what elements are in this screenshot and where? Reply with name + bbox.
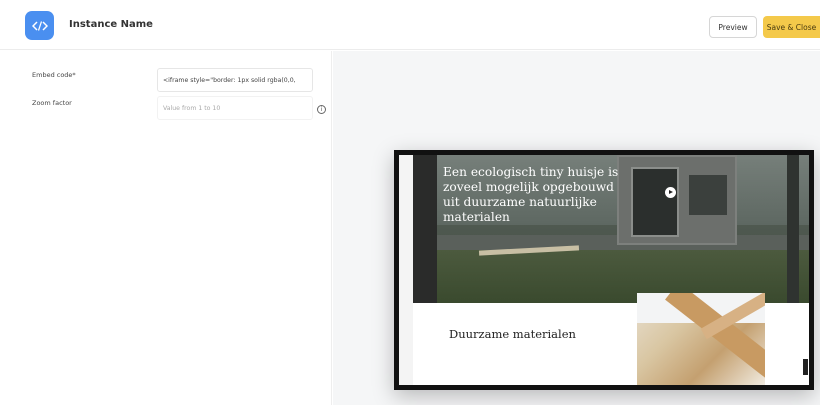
hero-house-window-2 bbox=[689, 175, 727, 215]
instance-name-title[interactable]: Instance Name bbox=[69, 19, 153, 30]
hero-title: Een ecologisch tiny huisje is zoveel mog… bbox=[443, 165, 619, 224]
scrollbar-thumb[interactable] bbox=[803, 359, 808, 375]
section-title: Duurzame materialen bbox=[449, 327, 576, 341]
embed-code-label: Embed code* bbox=[32, 71, 76, 79]
preview-button[interactable]: Preview bbox=[709, 16, 757, 38]
play-icon[interactable] bbox=[665, 187, 676, 198]
embedded-page: Een ecologisch tiny huisje is zoveel mog… bbox=[399, 155, 809, 385]
hero-right-strip bbox=[787, 155, 799, 303]
save-close-button[interactable]: Save & Close bbox=[763, 16, 820, 38]
info-icon[interactable]: i bbox=[317, 105, 326, 114]
code-brackets-icon[interactable] bbox=[25, 11, 54, 40]
hero-image: Een ecologisch tiny huisje is zoveel mog… bbox=[399, 155, 809, 303]
page-left-bar bbox=[399, 155, 413, 385]
zoom-factor-label: Zoom factor bbox=[32, 99, 72, 107]
top-bar: Instance Name Preview Save & Close bbox=[0, 0, 820, 50]
code-glyph bbox=[31, 20, 48, 31]
wood-image bbox=[637, 293, 765, 385]
embed-code-input[interactable]: <iframe style="border: 1px solid rgba(0,… bbox=[157, 68, 313, 92]
hero-house-window bbox=[631, 167, 679, 237]
settings-panel: Embed code* <iframe style="border: 1px s… bbox=[0, 51, 332, 405]
zoom-factor-input[interactable]: Value from 1 to 10 bbox=[157, 96, 313, 120]
embed-preview-frame[interactable]: Een ecologisch tiny huisje is zoveel mog… bbox=[394, 150, 814, 390]
hero-dark-strip bbox=[413, 155, 437, 303]
